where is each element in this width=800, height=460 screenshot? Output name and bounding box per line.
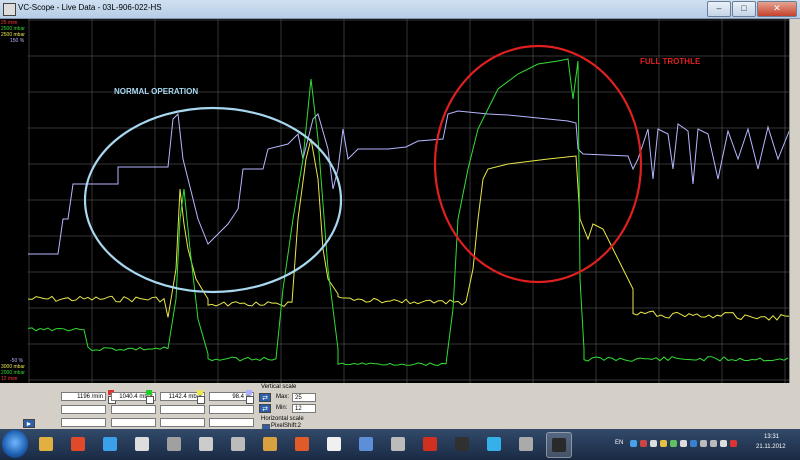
color-swatch-boost[interactable] [146, 390, 152, 395]
max-label: Max: [276, 394, 290, 400]
window-title: VC-Scope - Live Data - 03L-906-022-HS [18, 3, 162, 12]
maximize-button[interactable]: □ [732, 1, 756, 17]
tools-icon-glyph [263, 437, 277, 451]
readout-empty [209, 405, 254, 414]
tray-icon[interactable] [670, 440, 677, 447]
readout-empty [209, 418, 254, 427]
paint-icon[interactable] [290, 432, 314, 456]
file-icon[interactable] [34, 432, 58, 456]
network-icon-glyph [391, 437, 405, 451]
chrome-icon[interactable] [98, 432, 122, 456]
max-input[interactable]: 25 [292, 393, 316, 402]
tray-icon[interactable] [680, 440, 687, 447]
close-button[interactable]: ✕ [757, 1, 797, 17]
scanner-icon[interactable] [226, 432, 250, 456]
play-button[interactable]: ► [23, 419, 35, 428]
vcscope-icon-glyph [552, 438, 566, 452]
checkbox-boost[interactable] [146, 396, 154, 404]
taskbar: EN 13:31 21.11.2012 [0, 429, 800, 460]
readout-empty [111, 418, 156, 427]
readout-empty [160, 418, 205, 427]
title-bar: VC-Scope - Live Data - 03L-906-022-HS – … [0, 0, 800, 19]
tray-icon[interactable] [650, 440, 657, 447]
tray-icon[interactable] [640, 440, 647, 447]
internet-explorer-icon[interactable] [130, 432, 154, 456]
mail-icon[interactable] [322, 432, 346, 456]
terminal-icon[interactable] [450, 432, 474, 456]
color-swatch-load[interactable] [246, 390, 252, 395]
readout-empty [61, 418, 106, 427]
scanner-icon-glyph [231, 437, 245, 451]
scope-plot[interactable]: NORMAL OPERATION FULL TROTHLE [28, 19, 790, 383]
explorer-folder-icon[interactable] [66, 432, 90, 456]
start-button[interactable] [2, 430, 28, 458]
media-icon[interactable] [194, 432, 218, 456]
chrome-icon-glyph [103, 437, 117, 451]
calculator-icon-glyph [167, 437, 181, 451]
internet-explorer-icon-glyph [135, 437, 149, 451]
scale-top-load: 150 % [10, 38, 25, 44]
monitor-icon-glyph [359, 437, 373, 451]
checkbox-pressure[interactable] [197, 396, 205, 404]
readout-empty [111, 405, 156, 414]
tray-icon[interactable] [730, 440, 737, 447]
horizontal-scale-label: Horizontal scale [261, 416, 304, 422]
monitor-icon[interactable] [354, 432, 378, 456]
diagnostic-icon[interactable] [514, 432, 538, 456]
left-scale: 25 /min 2500 mbar 2500 mbar 150 % -50 % … [0, 19, 28, 383]
tray-icon[interactable] [630, 440, 637, 447]
control-panel: 1196 /min 1040.4 mbar 1142.4 mbar 98.4 %… [0, 383, 800, 432]
trace-load [28, 110, 790, 255]
clock-date[interactable]: 21.11.2012 [756, 444, 786, 450]
scale-down-button[interactable]: ⇄ [259, 404, 271, 413]
skype-icon-glyph [487, 437, 501, 451]
min-label: Min: [276, 405, 288, 411]
media-icon-glyph [199, 437, 213, 451]
acrobat-icon[interactable] [418, 432, 442, 456]
vertical-scrollbar[interactable] [789, 19, 800, 383]
volume-icon[interactable] [720, 440, 727, 447]
network-icon[interactable] [710, 440, 717, 447]
acrobat-icon-glyph [423, 437, 437, 451]
scale-bottom-rpm: 12 /min [1, 376, 18, 382]
readout-empty [160, 405, 205, 414]
readout-empty [61, 405, 106, 414]
diagnostic-icon-glyph [519, 437, 533, 451]
paint-icon-glyph [295, 437, 309, 451]
vcscope-icon[interactable] [546, 432, 572, 458]
mail-icon-glyph [327, 437, 341, 451]
plot-grid [28, 19, 790, 383]
minimize-button[interactable]: – [707, 1, 731, 17]
language-indicator[interactable]: EN [615, 440, 623, 446]
min-input[interactable]: 12 [292, 404, 316, 413]
tray-icon[interactable] [690, 440, 697, 447]
app-icon [3, 3, 16, 16]
normal-operation-label: NORMAL OPERATION [114, 87, 198, 96]
vertical-scale-label: Vertical scale [261, 384, 297, 390]
network-icon[interactable] [386, 432, 410, 456]
skype-icon[interactable] [482, 432, 506, 456]
scale-up-button[interactable]: ⇄ [259, 393, 271, 402]
full-trothle-label: FULL TROTHLE [640, 57, 701, 66]
trace-pressure [28, 138, 790, 321]
terminal-icon-glyph [455, 437, 469, 451]
color-swatch-pressure[interactable] [197, 390, 203, 395]
explorer-folder-icon-glyph [71, 437, 85, 451]
window-controls: – □ ✕ [707, 1, 797, 17]
system-tray: EN 13:31 21.11.2012 [612, 429, 800, 460]
readout-rpm: 1196 /min [61, 392, 106, 401]
tray-icon[interactable] [660, 440, 667, 447]
tray-icon[interactable] [700, 440, 707, 447]
tools-icon[interactable] [258, 432, 282, 456]
clock-time[interactable]: 13:31 [764, 434, 779, 440]
file-icon-glyph [39, 437, 53, 451]
trace-boost [28, 58, 789, 367]
calculator-icon[interactable] [162, 432, 186, 456]
checkbox-load[interactable] [246, 396, 254, 404]
